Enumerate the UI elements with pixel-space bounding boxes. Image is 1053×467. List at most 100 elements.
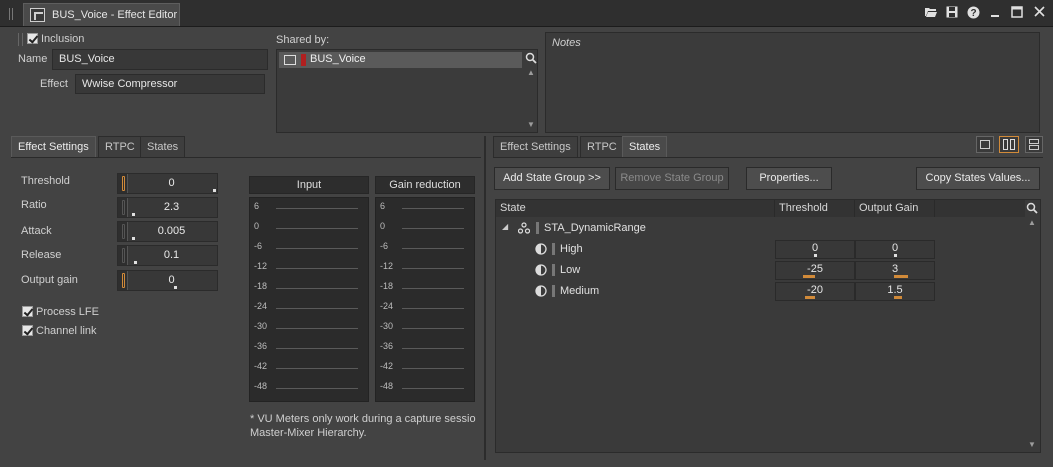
meter-scale-row: -48 [254,381,358,398]
rtpc-handle-icon[interactable] [118,246,128,265]
shared-by-label: Shared by: [276,34,330,46]
layout-single-icon[interactable] [976,136,994,153]
remove-state-group-button[interactable]: Remove State Group [615,167,729,190]
notes-area[interactable]: Notes [545,32,1040,133]
scroll-up-icon[interactable]: ▲ [526,68,536,78]
column-header-threshold[interactable]: Threshold [775,200,855,217]
pane-splitter[interactable] [484,136,486,460]
meter-scale-row: -36 [380,341,464,358]
value-tick [814,254,817,257]
param-output-gain-label: Output gain [21,274,78,286]
maximize-icon[interactable] [1010,6,1024,20]
tab-rtpc-right[interactable]: RTPC [580,136,624,158]
meter-scale-row: -6 [380,241,464,258]
meter-scale-line [276,288,358,289]
process-lfe-checkbox[interactable] [22,306,33,317]
threshold-cell[interactable]: -20 [775,282,855,301]
copy-states-values-button[interactable]: Copy States Values... [916,167,1040,190]
output-gain-cell-value: 1.5 [887,284,903,296]
properties-button[interactable]: Properties... [746,167,832,190]
value-tick [134,261,137,264]
meter-scale-line [276,248,358,249]
meter-scale-line [402,268,464,269]
output-gain-cell[interactable]: 0 [855,240,935,259]
folder-open-icon[interactable] [924,6,938,20]
attack-slider-field[interactable]: 0.005 [117,221,218,242]
output-gain-cell[interactable]: 3 [855,261,935,280]
tab-rtpc[interactable]: RTPC [98,136,142,158]
tab-effect-settings-right[interactable]: Effect Settings [493,136,578,158]
rtpc-handle-icon[interactable] [118,174,128,193]
meter-scale-label: -6 [254,241,263,251]
rtpc-handle-icon[interactable] [118,222,128,241]
shared-by-list[interactable]: BUS_Voice ▲ ▼ [276,49,538,133]
effect-select[interactable]: Wwise Compressor [75,74,265,94]
table-scroll-down-icon[interactable]: ▼ [1027,440,1037,450]
threshold-cell-value: -25 [807,263,823,275]
meter-scale-line [276,328,358,329]
meter-scale-row: -12 [254,261,358,278]
inclusion-checkbox[interactable] [27,33,38,44]
list-item[interactable]: BUS_Voice [279,52,522,68]
release-slider-field[interactable]: 0.1 [117,245,218,266]
meter-scale-label: -6 [380,241,389,251]
state-icon [535,285,547,297]
collapse-arrow-icon[interactable]: ◢ [502,222,512,231]
meter-scale-row: -12 [380,261,464,278]
ratio-slider-field[interactable]: 2.3 [117,197,218,218]
column-header-state[interactable]: State [496,200,775,217]
layout-split-horizontal-icon[interactable] [1025,136,1043,153]
scroll-down-icon[interactable]: ▼ [526,120,536,130]
table-row[interactable]: Low -25 3 [496,261,1026,282]
table-scroll-up-icon[interactable]: ▲ [1027,218,1037,228]
param-ratio-label: Ratio [21,199,47,211]
meter-scale-label: -30 [380,321,394,331]
meter-scale-line [402,248,464,249]
svg-text:?: ? [970,8,976,19]
close-icon[interactable] [1032,6,1046,20]
tab-effect-settings[interactable]: Effect Settings [11,136,96,158]
shared-by-item-label: BUS_Voice [310,53,366,65]
tab-divider-right [493,157,1043,158]
tab-states-right[interactable]: States [622,136,668,158]
effect-editor-icon [30,8,45,22]
minimize-icon[interactable] [988,6,1002,20]
search-icon[interactable] [525,52,537,66]
save-icon[interactable] [945,6,959,20]
meter-scale-row: -18 [254,281,358,298]
rtpc-handle-icon[interactable] [118,198,128,217]
threshold-cell[interactable]: -25 [775,261,855,280]
tab-states[interactable]: States [140,136,186,158]
output-gain-slider-field[interactable]: 0 [117,270,218,291]
rtpc-handle-icon[interactable] [118,271,128,290]
value-tick [213,189,216,192]
threshold-value: 0 [168,177,175,189]
threshold-slider-field[interactable]: 0 [117,173,218,194]
meter-scale-label: -36 [254,341,268,351]
meter-scale-line [402,308,464,309]
threshold-cell[interactable]: 0 [775,240,855,259]
help-icon[interactable]: ? [966,6,980,20]
channel-link-checkbox[interactable] [22,325,33,336]
add-state-group-button[interactable]: Add State Group >> [494,167,610,190]
name-input[interactable]: BUS_Voice [52,49,268,70]
drag-grip-icon[interactable] [9,8,13,20]
column-header-output-gain[interactable]: Output Gain [855,200,935,217]
output-gain-value: 0 [168,274,175,286]
meter-scale-row: -42 [380,361,464,378]
process-lfe-label: Process LFE [36,306,99,318]
meter-scale-line [402,348,464,349]
layout-split-vertical-icon[interactable] [999,136,1019,153]
editor-tab[interactable]: BUS_Voice - Effect Editor [23,3,180,26]
meter-scale-row: -30 [254,321,358,338]
meter-scale-line [276,348,358,349]
table-row[interactable]: Medium -20 1.5 [496,282,1026,303]
meter-scale-row: -42 [254,361,358,378]
param-attack-label: Attack [21,225,52,237]
meter-scale-row: -36 [254,341,358,358]
table-search-icon[interactable] [1026,202,1038,214]
output-gain-cell[interactable]: 1.5 [855,282,935,301]
meter-scale-line [276,228,358,229]
output-gain-cell-value: 3 [891,263,899,275]
table-row[interactable]: High 0 0 [496,240,1026,261]
